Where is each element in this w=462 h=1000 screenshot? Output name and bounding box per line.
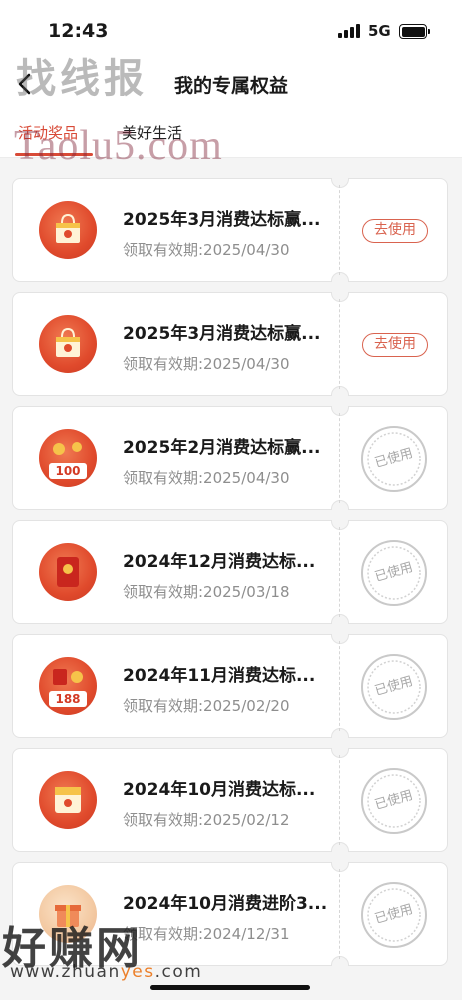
gift-bag-icon [39,315,97,373]
used-stamp: 已使用 [359,424,429,494]
benefit-card[interactable]: 2024年10月消费达标... 领取有效期:2025/02/12 已使用 [12,748,448,852]
watermark-url: www.zhuanyes.com [10,962,203,982]
red-envelope-icon [39,543,97,601]
card-title: 2025年3月消费达标赢... [123,210,321,230]
battery-icon [399,24,430,39]
coupon-188-icon: 188 [39,657,97,715]
benefit-card[interactable]: 2025年3月消费达标赢... 领取有效期:2025/04/30 去使用 [12,292,448,396]
card-date: 领取有效期:2025/04/30 [123,241,290,259]
use-button[interactable]: 去使用 [362,333,428,357]
network-label: 5G [368,22,391,40]
card-title: 2024年11月消费达标... [123,666,316,686]
card-title: 2025年3月消费达标赢... [123,324,321,344]
use-button[interactable]: 去使用 [362,219,428,243]
used-stamp: 已使用 [359,880,429,950]
gift-bag-icon [39,201,97,259]
card-title: 2024年10月消费达标... [123,780,316,800]
watermark-middle: Taolu5.com [14,123,223,169]
benefit-card[interactable]: 100 2025年2月消费达标赢... 领取有效期:2025/04/30 已使用 [12,406,448,510]
card-date: 领取有效期:2024/12/31 [123,925,290,943]
coupon-100-icon: 100 [39,429,97,487]
status-time: 12:43 [48,20,109,42]
card-date: 领取有效期:2025/02/20 [123,697,290,715]
benefit-card[interactable]: 188 2024年11月消费达标... 领取有效期:2025/02/20 已使用 [12,634,448,738]
benefit-card[interactable]: 2024年12月消费达标... 领取有效期:2025/03/18 已使用 [12,520,448,624]
benefit-card[interactable]: 2025年3月消费达标赢... 领取有效期:2025/04/30 去使用 [12,178,448,282]
used-stamp: 已使用 [359,766,429,836]
used-stamp: 已使用 [359,538,429,608]
card-title: 2024年10月消费进阶3... [123,894,328,914]
card-title: 2025年2月消费达标赢... [123,438,321,458]
signal-icon [338,24,360,38]
coupon-badge: 188 [49,691,87,707]
card-date: 领取有效期:2025/03/18 [123,583,290,601]
card-date: 领取有效期:2025/04/30 [123,355,290,373]
used-stamp: 已使用 [359,652,429,722]
home-indicator [150,985,310,990]
card-date: 领取有效期:2025/02/12 [123,811,290,829]
card-date: 领取有效期:2025/04/30 [123,469,290,487]
card-title: 2024年12月消费达标... [123,552,316,572]
red-envelope-icon [39,771,97,829]
coupon-badge: 100 [49,463,87,479]
watermark-top: 找线报 [16,55,148,102]
